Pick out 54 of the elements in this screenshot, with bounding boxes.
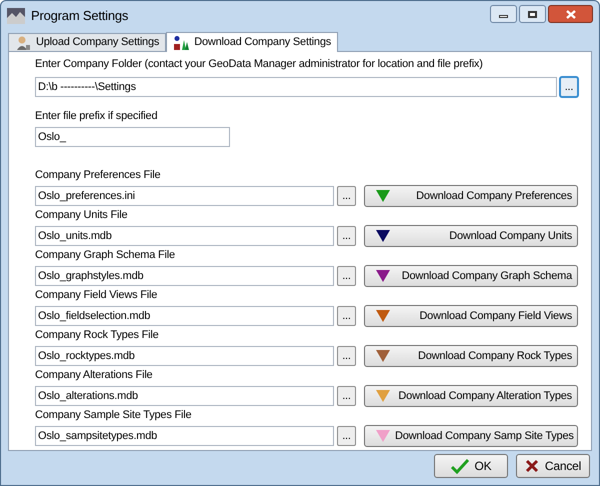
download-button[interactable]: Download Company Preferences bbox=[364, 185, 578, 207]
folder-field[interactable]: D:\b ----------\Settings bbox=[35, 77, 557, 97]
funnel-icon bbox=[375, 229, 391, 243]
funnel-icon bbox=[375, 309, 391, 323]
field-label: Company Field Views File bbox=[35, 288, 158, 303]
download-button[interactable]: Download Company Rock Types bbox=[364, 345, 578, 367]
file-field[interactable]: Oslo_alterations.mdb bbox=[35, 386, 334, 406]
checkmark-icon bbox=[450, 458, 469, 474]
browse-button[interactable]: ... bbox=[337, 346, 356, 366]
download-button[interactable]: Download Company Alteration Types bbox=[364, 385, 578, 407]
window-title: Program Settings bbox=[31, 7, 128, 26]
download-button[interactable]: Download Company Samp Site Types bbox=[364, 425, 578, 447]
browse-button[interactable]: ... bbox=[337, 426, 356, 446]
download-button[interactable]: Download Company Graph Schema bbox=[364, 265, 578, 287]
close-icon bbox=[566, 10, 576, 18]
tab[interactable]: Upload Company Settings bbox=[8, 33, 166, 51]
cancel-button[interactable]: Cancel bbox=[516, 454, 590, 478]
browse-button[interactable]: ... bbox=[337, 306, 356, 326]
field-label: Company Sample Site Types File bbox=[35, 408, 192, 423]
file-field[interactable]: Oslo_rocktypes.mdb bbox=[35, 346, 334, 366]
browse-button[interactable]: ... bbox=[337, 266, 356, 286]
funnel-icon bbox=[375, 389, 391, 403]
cross-icon bbox=[524, 459, 539, 473]
field-label: Enter Company Folder (contact your GeoData Manager administrator for location and file prefix) bbox=[35, 57, 484, 72]
file-field[interactable]: Oslo_units.mdb bbox=[35, 226, 334, 246]
minimize-button[interactable] bbox=[490, 5, 517, 23]
field-label: Company Preferences File bbox=[35, 168, 162, 183]
funnel-icon bbox=[375, 269, 391, 283]
people-icon bbox=[173, 34, 190, 50]
person-icon bbox=[15, 34, 31, 50]
file-field[interactable]: Oslo_graphstyles.mdb bbox=[35, 266, 334, 286]
maximize-button[interactable] bbox=[519, 5, 546, 23]
file-field[interactable]: Oslo_fieldselection.mdb bbox=[35, 306, 334, 326]
browse-button[interactable]: ... bbox=[559, 76, 579, 98]
field-label: Company Rock Types File bbox=[35, 328, 160, 343]
ok-button[interactable]: OK bbox=[434, 454, 508, 478]
file-field[interactable]: Oslo_preferences.ini bbox=[35, 186, 334, 206]
prefix-field[interactable]: Oslo_ bbox=[35, 127, 230, 147]
download-button[interactable]: Download Company Units bbox=[364, 225, 578, 247]
tab[interactable]: Download Company Settings bbox=[166, 32, 338, 52]
close-button[interactable] bbox=[548, 5, 593, 23]
funnel-icon bbox=[375, 349, 391, 363]
funnel-icon bbox=[375, 429, 391, 443]
file-field[interactable]: Oslo_sampsitetypes.mdb bbox=[35, 426, 334, 446]
field-label: Company Graph Schema File bbox=[35, 248, 176, 263]
browse-button[interactable]: ... bbox=[337, 226, 356, 246]
browse-button[interactable]: ... bbox=[337, 186, 356, 206]
funnel-icon bbox=[375, 189, 391, 203]
browse-button[interactable]: ... bbox=[337, 386, 356, 406]
field-label: Enter file prefix if specified bbox=[35, 109, 158, 124]
app-icon bbox=[7, 8, 25, 24]
field-label: Company Units File bbox=[35, 208, 128, 223]
field-label: Company Alterations File bbox=[35, 368, 154, 383]
download-button[interactable]: Download Company Field Views bbox=[364, 305, 578, 327]
